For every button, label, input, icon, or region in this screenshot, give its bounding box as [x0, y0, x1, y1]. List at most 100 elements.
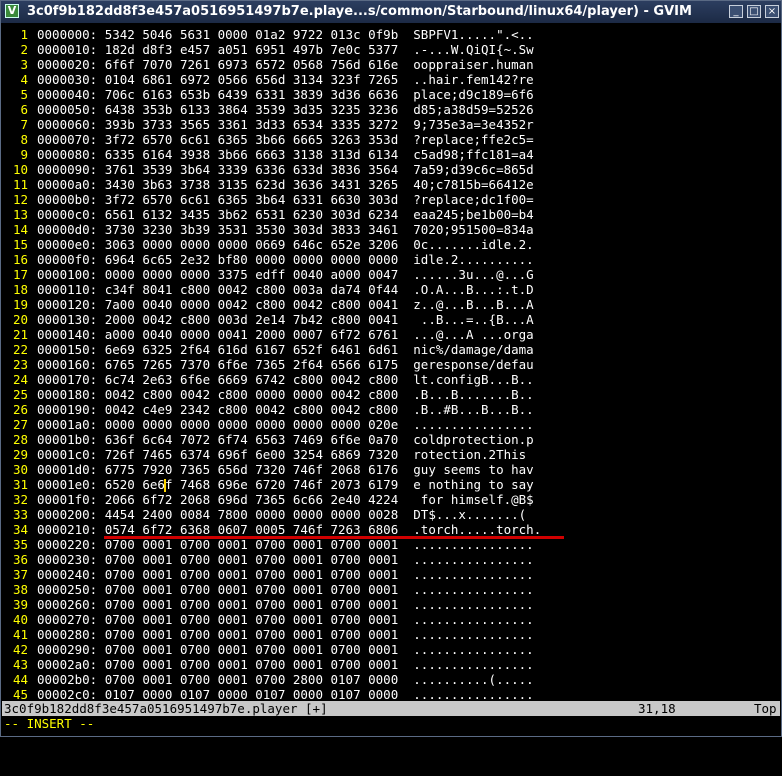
line-number: 22	[12, 342, 28, 357]
line-text[interactable]: 0000270: 0700 0001 0700 0001 0700 0001 0…	[37, 612, 534, 627]
line-number: 3	[20, 57, 28, 72]
line-number: 41	[12, 627, 28, 642]
line-text[interactable]: 00000d0: 3730 3230 3b39 3531 3530 303d 3…	[37, 222, 534, 237]
line-number: 37	[12, 567, 28, 582]
line-text[interactable]: 0000140: a000 0040 0000 0041 2000 0007 6…	[37, 327, 534, 342]
line-text[interactable]: 00001f0: 2066 6f72 2068 696d 7365 6c66 2…	[37, 492, 534, 507]
gvim-window: V 3c0f9b182dd8f3e457a0516951497b7e.playe…	[0, 0, 782, 737]
line-number: 19	[12, 297, 28, 312]
line-text[interactable]: 0000200: 4454 2400 0084 7800 0000 0000 0…	[37, 507, 526, 522]
line-text[interactable]: 0000290: 0700 0001 0700 0001 0700 0001 0…	[37, 642, 534, 657]
line-text[interactable]: 0000250: 0700 0001 0700 0001 0700 0001 0…	[37, 582, 534, 597]
line-number: 11	[12, 177, 28, 192]
line-number: 42	[12, 642, 28, 657]
line-text[interactable]: 0000040: 706c 6163 653b 6439 6331 3839 3…	[37, 87, 534, 102]
status-scroll-position: Top	[754, 701, 777, 716]
line-number: 2	[20, 42, 28, 57]
line-text[interactable]: 00000c0: 6561 6132 3435 3b62 6531 6230 3…	[37, 207, 534, 222]
line-text[interactable]: 0000260: 0700 0001 0700 0001 0700 0001 0…	[37, 597, 534, 612]
line-text[interactable]: 00000b0: 3f72 6570 6c61 6365 3b64 6331 6…	[37, 192, 534, 207]
line-number: 26	[12, 402, 28, 417]
line-number: 13	[12, 207, 28, 222]
line-text[interactable]: 00001e0: 6520 6e6f 7468 696e 6720 746f 2…	[37, 477, 534, 492]
line-number: 38	[12, 582, 28, 597]
line-text[interactable]: 0000240: 0700 0001 0700 0001 0700 0001 0…	[37, 567, 534, 582]
line-number: 24	[12, 372, 28, 387]
line-number: 31	[12, 477, 28, 492]
line-text[interactable]: 0000160: 6765 7265 7370 6f6e 7365 2f64 6…	[37, 357, 534, 372]
line-number: 15	[12, 237, 28, 252]
line-text[interactable]: 0000190: 0042 c4e9 2342 c800 0042 c800 0…	[37, 402, 534, 417]
annotation-red-underline	[104, 536, 564, 539]
text-cursor	[163, 479, 166, 492]
line-text[interactable]: 0000090: 3761 3539 3b64 3339 6336 633d 3…	[37, 162, 534, 177]
line-number: 32	[12, 492, 28, 507]
status-filename: 3c0f9b182dd8f3e457a0516951497b7e.player …	[4, 701, 328, 716]
status-line: 3c0f9b182dd8f3e457a0516951497b7e.player …	[2, 701, 780, 716]
line-text[interactable]: 00001a0: 0000 0000 0000 0000 0000 0000 0…	[37, 417, 534, 432]
line-text[interactable]: 0000080: 6335 6164 3938 3b66 6663 3138 3…	[37, 147, 534, 162]
line-number: 17	[12, 267, 28, 282]
line-number: 9	[20, 147, 28, 162]
line-text[interactable]: 0000110: c34f 8041 c800 0042 c800 003a d…	[37, 282, 534, 297]
line-number: 43	[12, 657, 28, 672]
line-text[interactable]: 0000030: 0104 6861 6972 0566 656d 3134 3…	[37, 72, 534, 87]
mode-indicator: -- INSERT --	[4, 716, 95, 731]
line-text[interactable]: 00001d0: 6775 7920 7365 656d 7320 746f 2…	[37, 462, 534, 477]
line-number: 23	[12, 357, 28, 372]
line-text[interactable]: 0000060: 393b 3733 3565 3361 3d33 6534 3…	[37, 117, 534, 132]
close-button[interactable]: ×	[765, 5, 779, 18]
line-number: 18	[12, 282, 28, 297]
line-text[interactable]: 0000280: 0700 0001 0700 0001 0700 0001 0…	[37, 627, 534, 642]
editor-buffer[interactable]: 1 0000000: 5342 5046 5631 0000 01a2 9722 …	[1, 23, 781, 702]
line-text[interactable]: 00001c0: 726f 7465 6374 696f 6e00 3254 6…	[37, 447, 534, 462]
line-text[interactable]: 0000170: 6c74 2e63 6f6e 6669 6742 c800 0…	[37, 372, 534, 387]
line-text[interactable]: 0000220: 0700 0001 0700 0001 0700 0001 0…	[37, 537, 534, 552]
line-number: 27	[12, 417, 28, 432]
window-title: 3c0f9b182dd8f3e457a0516951497b7e.playe..…	[27, 4, 692, 19]
line-number: 44	[12, 672, 28, 687]
line-number: 29	[12, 447, 28, 462]
line-text[interactable]: 00000f0: 6964 6c65 2e32 bf80 0000 0000 0…	[37, 252, 534, 267]
line-text[interactable]: 00001b0: 636f 6c64 7072 6f74 6563 7469 6…	[37, 432, 534, 447]
line-number: 14	[12, 222, 28, 237]
line-number: 40	[12, 612, 28, 627]
line-number: 6	[20, 102, 28, 117]
line-text[interactable]: 0000180: 0042 c800 0042 c800 0000 0000 0…	[37, 387, 534, 402]
line-number: 34	[12, 522, 28, 537]
line-text[interactable]: 0000070: 3f72 6570 6c61 6365 3b66 6665 3…	[37, 132, 534, 147]
line-number: 7	[20, 117, 28, 132]
line-text[interactable]: 00002c0: 0107 0000 0107 0000 0107 0000 0…	[37, 687, 534, 702]
line-text[interactable]: 0000050: 6438 353b 6133 3864 3539 3d35 3…	[37, 102, 534, 117]
line-text[interactable]: 0000130: 2000 0042 c800 003d 2e14 7b42 c…	[37, 312, 534, 327]
maximize-button[interactable]: □	[747, 5, 761, 18]
line-number: 33	[12, 507, 28, 522]
line-text[interactable]: 0000210: 0574 6f72 6368 0607 0005 746f 7…	[37, 522, 541, 537]
line-number: 5	[20, 87, 28, 102]
line-number: 21	[12, 327, 28, 342]
line-text[interactable]: 00002b0: 0700 0001 0700 0001 0700 2800 0…	[37, 672, 534, 687]
line-text[interactable]: 00000e0: 3063 0000 0000 0000 0669 646c 6…	[37, 237, 534, 252]
line-text[interactable]: 0000150: 6e69 6325 2f64 616d 6167 652f 6…	[37, 342, 534, 357]
line-text[interactable]: 0000120: 7a00 0040 0000 0042 c800 0042 c…	[37, 297, 534, 312]
vim-app-icon[interactable]: V	[5, 4, 19, 18]
line-number: 35	[12, 537, 28, 552]
line-number: 25	[12, 387, 28, 402]
line-text[interactable]: 0000100: 0000 0000 0000 3375 edff 0040 a…	[37, 267, 534, 282]
line-text[interactable]: 0000010: 182d d8f3 e457 a051 6951 497b 7…	[37, 42, 534, 57]
line-text[interactable]: 00000a0: 3430 3b63 3738 3135 623d 3636 3…	[37, 177, 534, 192]
line-number: 1	[20, 27, 28, 42]
line-number: 12	[12, 192, 28, 207]
line-number: 16	[12, 252, 28, 267]
line-text[interactable]: 0000230: 0700 0001 0700 0001 0700 0001 0…	[37, 552, 534, 567]
line-text[interactable]: 0000000: 5342 5046 5631 0000 01a2 9722 0…	[37, 27, 534, 42]
line-text[interactable]: 00002a0: 0700 0001 0700 0001 0700 0001 0…	[37, 657, 534, 672]
line-number: 8	[20, 132, 28, 147]
minimize-button[interactable]: _	[729, 5, 743, 18]
title-bar[interactable]: V 3c0f9b182dd8f3e457a0516951497b7e.playe…	[1, 1, 781, 23]
status-cursor-position: 31,18	[638, 701, 676, 716]
line-text[interactable]: 0000020: 6f6f 7070 7261 6973 6572 0568 7…	[37, 57, 534, 72]
line-number: 10	[12, 162, 28, 177]
line-number: 45	[12, 687, 28, 702]
line-number: 4	[20, 72, 28, 87]
